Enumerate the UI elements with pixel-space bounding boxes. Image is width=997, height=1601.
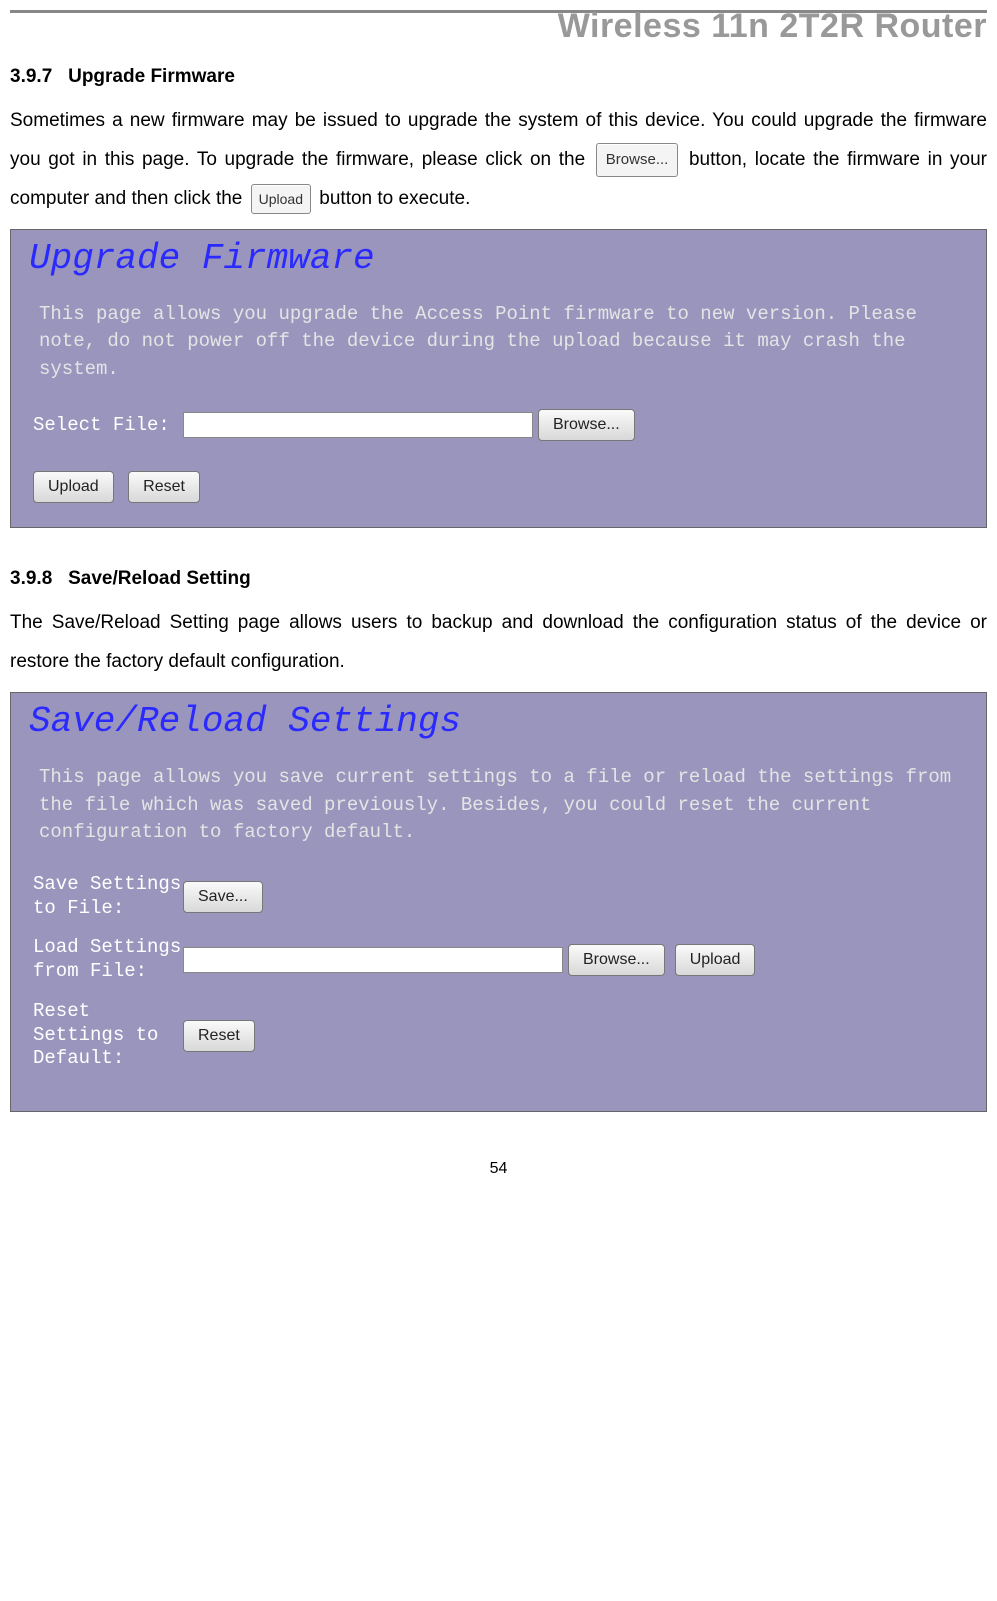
page-header-title: Wireless 11n 2T2R Router: [0, 7, 997, 46]
section-397-paragraph: Sometimes a new firmware may be issued t…: [10, 102, 987, 219]
ss2-save-button[interactable]: Save...: [183, 881, 263, 913]
ss2-browse-button[interactable]: Browse...: [568, 944, 665, 976]
ss1-browse-button[interactable]: Browse...: [538, 409, 635, 441]
ss2-form: Save Settings to File: Save... Load Sett…: [11, 851, 986, 1111]
section-title: Save/Reload Setting: [68, 568, 251, 589]
ss1-file-input[interactable]: [183, 412, 533, 438]
ss2-save-label: Save Settings to File:: [33, 873, 183, 921]
ss1-upload-button[interactable]: Upload: [33, 471, 114, 503]
ss1-title: Upgrade Firmware: [11, 230, 986, 279]
ss1-select-file-label: Select File:: [33, 414, 183, 438]
upgrade-firmware-screenshot: Upgrade Firmware This page allows you up…: [10, 229, 987, 529]
section-398-heading: 3.9.8 Save/Reload Setting: [10, 568, 987, 590]
section-397-heading: 3.9.7 Upgrade Firmware: [10, 66, 987, 88]
ss2-description: This page allows you save current settin…: [11, 742, 986, 851]
section-398-paragraph: The Save/Reload Setting page allows user…: [10, 604, 987, 682]
page-number: 54: [0, 1132, 997, 1188]
browse-button-inline: Browse...: [596, 143, 679, 178]
section-number: 3.9.8: [10, 568, 52, 589]
ss2-title: Save/Reload Settings: [11, 693, 986, 742]
section-number: 3.9.7: [10, 66, 52, 87]
ss2-upload-button[interactable]: Upload: [675, 944, 756, 976]
upload-button-inline: Upload: [251, 184, 311, 215]
ss2-load-label: Load Settings from File:: [33, 936, 183, 984]
ss2-reset-button[interactable]: Reset: [183, 1020, 255, 1052]
text-part3: button to execute.: [319, 188, 470, 209]
ss1-form: Select File: Browse... Upload Reset: [11, 387, 986, 527]
ss2-file-input[interactable]: [183, 947, 563, 973]
save-reload-screenshot: Save/Reload Settings This page allows yo…: [10, 692, 987, 1112]
ss1-description: This page allows you upgrade the Access …: [11, 279, 986, 388]
ss2-reset-label: Reset Settings to Default:: [33, 1000, 183, 1071]
ss1-reset-button[interactable]: Reset: [128, 471, 200, 503]
section-title: Upgrade Firmware: [68, 66, 235, 87]
